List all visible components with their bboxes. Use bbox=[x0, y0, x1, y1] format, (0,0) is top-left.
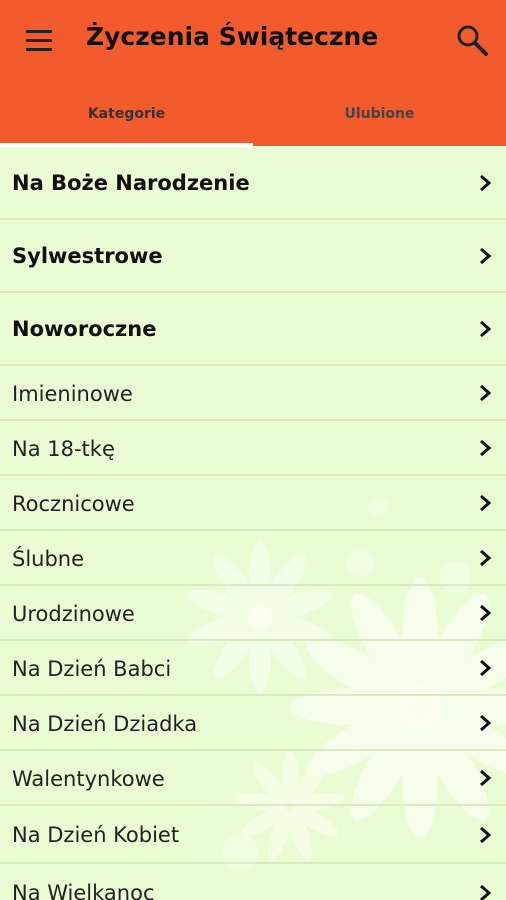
list-item-label: Imieninowe bbox=[12, 382, 133, 406]
list-item[interactable]: Imieninowe bbox=[0, 366, 506, 421]
list-item[interactable]: Na Dzień Dziadka bbox=[0, 696, 506, 751]
chevron-right-icon bbox=[480, 826, 492, 844]
tab-bar: Kategorie Ulubione bbox=[0, 90, 506, 146]
list-item[interactable]: Urodzinowe bbox=[0, 586, 506, 641]
tab-kategorie[interactable]: Kategorie bbox=[0, 90, 253, 146]
chevron-right-icon bbox=[480, 714, 492, 732]
list-item-label: Sylwestrowe bbox=[12, 244, 163, 268]
list-item-label: Walentynkowe bbox=[12, 767, 165, 791]
chevron-right-icon bbox=[480, 174, 492, 192]
chevron-right-icon bbox=[480, 769, 492, 787]
list-item-label: Na Wielkanoc bbox=[12, 881, 155, 900]
page-title: Życzenia Świąteczne bbox=[86, 22, 379, 51]
list-item[interactable]: Na Dzień Kobiet bbox=[0, 806, 506, 864]
app-bar: Życzenia Świąteczne bbox=[0, 0, 506, 90]
chevron-right-icon bbox=[480, 884, 492, 900]
chevron-right-icon bbox=[480, 320, 492, 338]
list-item-label: Na 18-tkę bbox=[12, 437, 115, 461]
list-item-label: Urodzinowe bbox=[12, 602, 135, 626]
tab-ulubione[interactable]: Ulubione bbox=[253, 90, 506, 146]
category-list[interactable]: Na Boże Narodzenie Sylwestrowe Noworoczn… bbox=[0, 147, 506, 900]
chevron-right-icon bbox=[480, 549, 492, 567]
list-item-label: Ślubne bbox=[12, 547, 85, 571]
list-item-label: Rocznicowe bbox=[12, 492, 135, 516]
chevron-right-icon bbox=[480, 247, 492, 265]
list-item[interactable]: Na 18-tkę bbox=[0, 421, 506, 476]
chevron-right-icon bbox=[480, 604, 492, 622]
list-item[interactable]: Rocznicowe bbox=[0, 476, 506, 531]
list-item-label: Na Dzień Babci bbox=[12, 657, 172, 681]
list-item[interactable]: Na Wielkanoc bbox=[0, 864, 506, 900]
search-icon[interactable] bbox=[454, 22, 490, 58]
list-item[interactable]: Na Boże Narodzenie bbox=[0, 147, 506, 220]
list-item-label: Noworoczne bbox=[12, 317, 157, 341]
list-item[interactable]: Ślubne bbox=[0, 531, 506, 586]
list-item-label: Na Dzień Dziadka bbox=[12, 712, 198, 736]
list-item[interactable]: Sylwestrowe bbox=[0, 220, 506, 293]
list-item[interactable]: Walentynkowe bbox=[0, 751, 506, 806]
chevron-right-icon bbox=[480, 439, 492, 457]
list-item[interactable]: Na Dzień Babci bbox=[0, 641, 506, 696]
chevron-right-icon bbox=[480, 659, 492, 677]
hamburger-menu-icon[interactable] bbox=[26, 30, 54, 52]
list-item[interactable]: Noworoczne bbox=[0, 293, 506, 366]
chevron-right-icon bbox=[480, 384, 492, 402]
list-item-label: Na Boże Narodzenie bbox=[12, 171, 250, 195]
chevron-right-icon bbox=[480, 494, 492, 512]
list-item-label: Na Dzień Kobiet bbox=[12, 823, 180, 847]
